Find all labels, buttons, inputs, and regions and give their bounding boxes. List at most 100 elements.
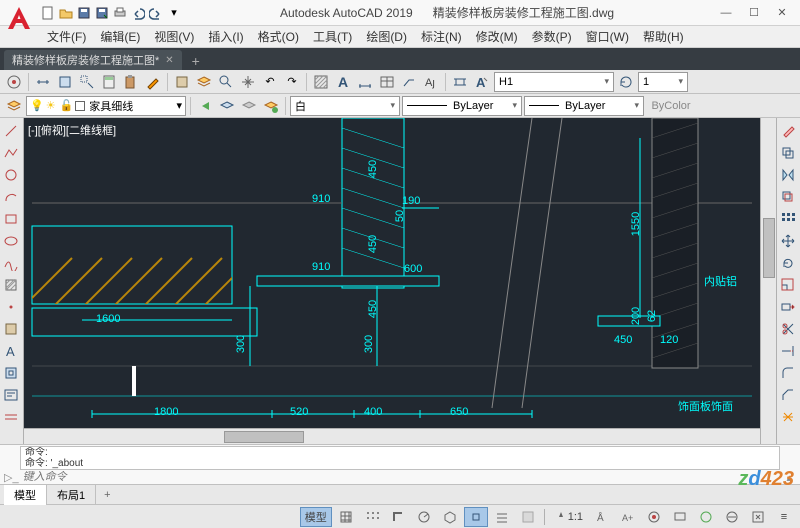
leader-icon[interactable] <box>399 72 419 92</box>
hardware-accel-icon[interactable] <box>694 507 718 527</box>
qat-dropdown-icon[interactable]: ▾ <box>166 5 182 21</box>
spline-icon[interactable] <box>0 252 22 274</box>
minimize-button[interactable]: — <box>712 2 740 24</box>
insert-icon[interactable] <box>0 318 22 340</box>
mtext-icon[interactable] <box>0 384 22 406</box>
customize-icon[interactable]: ≡ <box>772 507 796 527</box>
menu-parametric[interactable]: 参数(P) <box>525 28 579 45</box>
command-input[interactable] <box>23 471 779 483</box>
paste-icon[interactable] <box>121 72 141 92</box>
layer-manager-icon[interactable] <box>4 96 24 116</box>
lineweight-combo[interactable]: ByLayer▾ <box>524 96 644 116</box>
layers-icon[interactable] <box>194 72 214 92</box>
document-tab[interactable]: 精装修样板房装修工程施工图* ✕ <box>4 50 182 70</box>
trim-icon[interactable] <box>777 318 799 340</box>
area-icon[interactable] <box>55 72 75 92</box>
add-layout-button[interactable]: + <box>96 487 118 503</box>
isodraft-toggle[interactable] <box>438 507 462 527</box>
viewport-label[interactable]: [-][俯视][二维线框] <box>28 122 116 138</box>
scrollbar-horizontal[interactable] <box>24 428 760 444</box>
line-icon[interactable] <box>0 120 22 142</box>
mline-icon[interactable] <box>0 406 22 428</box>
menu-file[interactable]: 文件(F) <box>40 28 93 45</box>
hatch-icon[interactable] <box>0 274 22 296</box>
bycolor-button[interactable]: ByColor <box>646 96 696 116</box>
ellipse-icon[interactable] <box>0 230 22 252</box>
chamfer-icon[interactable] <box>777 384 799 406</box>
matchprop-icon[interactable] <box>143 72 163 92</box>
undo-icon[interactable] <box>130 5 146 21</box>
new-tab-button[interactable]: + <box>186 52 206 70</box>
point-icon[interactable] <box>0 296 22 318</box>
layer-previous-icon[interactable] <box>195 96 215 116</box>
scrollbar-vertical[interactable] <box>760 118 776 444</box>
annomonitor-icon[interactable] <box>668 507 692 527</box>
text-icon[interactable]: A <box>0 340 22 362</box>
polar-toggle[interactable] <box>412 507 436 527</box>
erase-icon[interactable] <box>777 120 799 142</box>
layer-match-icon[interactable] <box>261 96 281 116</box>
qselect-icon[interactable] <box>77 72 97 92</box>
redo-icon[interactable] <box>148 5 164 21</box>
text-tool-icon[interactable]: A <box>333 72 353 92</box>
explode-icon[interactable] <box>777 406 799 428</box>
annoscale-button[interactable]: 1:1 <box>549 507 588 527</box>
command-history[interactable]: 命令: 命令: '_about <box>20 446 780 470</box>
arc-icon[interactable] <box>0 186 22 208</box>
transparency-toggle[interactable] <box>516 507 540 527</box>
layer-isolate-icon[interactable] <box>217 96 237 116</box>
maximize-button[interactable]: ☐ <box>740 2 768 24</box>
lwt-toggle[interactable] <box>490 507 514 527</box>
stretch-icon[interactable] <box>777 296 799 318</box>
pline-icon[interactable] <box>0 142 22 164</box>
snap-toggle[interactable] <box>360 507 384 527</box>
grid-toggle[interactable] <box>334 507 358 527</box>
menu-help[interactable]: 帮助(H) <box>636 28 691 45</box>
hatch-tool-icon[interactable] <box>311 72 331 92</box>
zoom-icon[interactable] <box>216 72 236 92</box>
calculator-icon[interactable] <box>99 72 119 92</box>
open-icon[interactable] <box>58 5 74 21</box>
workspace-icon[interactable] <box>4 72 24 92</box>
menu-draw[interactable]: 绘图(D) <box>359 28 414 45</box>
saveas-icon[interactable] <box>94 5 110 21</box>
text-style-icon[interactable]: Aȷ <box>421 72 441 92</box>
menu-window[interactable]: 窗口(W) <box>579 28 636 45</box>
close-button[interactable]: ✕ <box>768 2 796 24</box>
rectangle-icon[interactable] <box>0 208 22 230</box>
model-tab[interactable]: 模型 <box>4 485 47 505</box>
distance-icon[interactable] <box>33 72 53 92</box>
dim-linear-icon[interactable] <box>450 72 470 92</box>
dim-tool-icon[interactable] <box>355 72 375 92</box>
copy-icon[interactable] <box>777 142 799 164</box>
region-icon[interactable] <box>0 362 22 384</box>
dim-update-icon[interactable] <box>616 72 636 92</box>
pan-icon[interactable] <box>238 72 258 92</box>
close-tab-icon[interactable]: ✕ <box>165 55 173 66</box>
app-menu-button[interactable] <box>4 3 34 33</box>
osnap-toggle[interactable] <box>464 507 488 527</box>
layout-tab[interactable]: 布局1 <box>47 485 96 505</box>
modelspace-button[interactable]: 模型 <box>300 507 332 527</box>
table-tool-icon[interactable] <box>377 72 397 92</box>
menu-tools[interactable]: 工具(T) <box>306 28 359 45</box>
menu-format[interactable]: 格式(O) <box>251 28 306 45</box>
fillet-icon[interactable] <box>777 362 799 384</box>
annoauto-toggle[interactable]: A+ <box>616 507 640 527</box>
dimstyle-icon[interactable]: A <box>472 72 492 92</box>
annovis-toggle[interactable]: Å <box>590 507 614 527</box>
menu-modify[interactable]: 修改(M) <box>469 28 525 45</box>
tool-undo-icon[interactable]: ↶ <box>260 72 280 92</box>
plot-icon[interactable] <box>112 5 128 21</box>
menu-dimension[interactable]: 标注(N) <box>414 28 469 45</box>
cleanscreen-icon[interactable] <box>746 507 770 527</box>
menu-insert[interactable]: 插入(I) <box>201 28 250 45</box>
menu-edit[interactable]: 编辑(E) <box>93 28 147 45</box>
layer-combo[interactable]: 💡 ☀ 🔓 家具细线 ▾ <box>26 96 186 116</box>
annoscale-combo[interactable]: 1▾ <box>638 72 688 92</box>
mirror-icon[interactable] <box>777 164 799 186</box>
menu-view[interactable]: 视图(V) <box>147 28 201 45</box>
linetype-combo[interactable]: ByLayer▾ <box>402 96 522 116</box>
new-icon[interactable] <box>40 5 56 21</box>
save-icon[interactable] <box>76 5 92 21</box>
